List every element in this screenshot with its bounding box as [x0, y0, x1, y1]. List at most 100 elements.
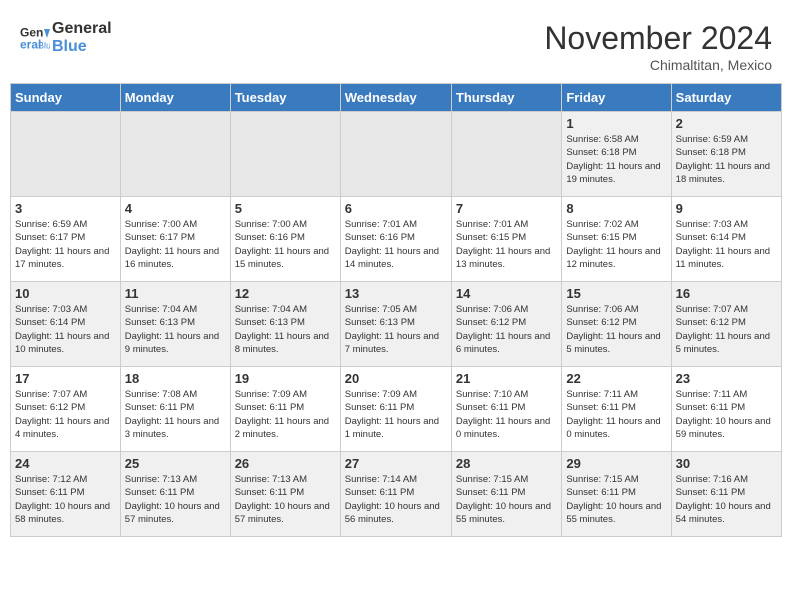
calendar-day-cell: 6 Sunrise: 7:01 AM Sunset: 6:16 PM Daylig…	[340, 197, 451, 282]
day-number: 16	[676, 286, 777, 301]
day-info: Sunrise: 7:15 AM Sunset: 6:11 PM Dayligh…	[456, 473, 557, 526]
day-number: 11	[125, 286, 226, 301]
day-number: 1	[566, 116, 666, 131]
calendar-day-cell: 15 Sunrise: 7:06 AM Sunset: 6:12 PM Dayli…	[562, 282, 671, 367]
logo-icon: Gen eral Blue	[20, 23, 50, 53]
calendar-day-cell	[11, 112, 121, 197]
calendar-day-cell: 1 Sunrise: 6:58 AM Sunset: 6:18 PM Daylig…	[562, 112, 671, 197]
column-header-friday: Friday	[562, 84, 671, 112]
calendar-table: SundayMondayTuesdayWednesdayThursdayFrid…	[10, 83, 782, 537]
calendar-day-cell: 22Sunrise: 7:11 AM Sunset: 6:11 PM Dayli…	[562, 367, 671, 452]
day-number: 5	[235, 201, 336, 216]
calendar-week-row: 17 Sunrise: 7:07 AM Sunset: 6:12 PM Dayli…	[11, 367, 782, 452]
day-info: Sunrise: 7:11 AM Sunset: 6:11 PM Dayligh…	[566, 388, 666, 441]
day-info: Sunrise: 7:01 AM Sunset: 6:16 PM Dayligh…	[345, 218, 447, 271]
calendar-day-cell	[451, 112, 561, 197]
day-info: Sunrise: 7:10 AM Sunset: 6:11 PM Dayligh…	[456, 388, 557, 441]
day-number: 25	[125, 456, 226, 471]
calendar-day-cell: 16 Sunrise: 7:07 AM Sunset: 6:12 PM Dayli…	[671, 282, 781, 367]
day-number: 13	[345, 286, 447, 301]
calendar-day-cell: 19 Sunrise: 7:09 AM Sunset: 6:11 PM Dayli…	[230, 367, 340, 452]
day-info: Sunrise: 7:07 AM Sunset: 6:12 PM Dayligh…	[15, 388, 116, 441]
day-number: 27	[345, 456, 447, 471]
column-header-monday: Monday	[120, 84, 230, 112]
column-header-saturday: Saturday	[671, 84, 781, 112]
day-info: Sunrise: 6:58 AM Sunset: 6:18 PM Dayligh…	[566, 133, 666, 186]
day-info: Sunrise: 7:03 AM Sunset: 6:14 PM Dayligh…	[15, 303, 116, 356]
location: Chimaltitan, Mexico	[544, 57, 772, 73]
day-info: Sunrise: 7:12 AM Sunset: 6:11 PM Dayligh…	[15, 473, 116, 526]
calendar-day-cell: 10 Sunrise: 7:03 AM Sunset: 6:14 PM Dayli…	[11, 282, 121, 367]
calendar-day-cell: 9Sunrise: 7:03 AM Sunset: 6:14 PM Daylig…	[671, 197, 781, 282]
day-info: Sunrise: 7:04 AM Sunset: 6:13 PM Dayligh…	[125, 303, 226, 356]
calendar-week-row: 24 Sunrise: 7:12 AM Sunset: 6:11 PM Dayli…	[11, 452, 782, 537]
day-number: 21	[456, 371, 557, 386]
day-number: 23	[676, 371, 777, 386]
day-info: Sunrise: 7:06 AM Sunset: 6:12 PM Dayligh…	[456, 303, 557, 356]
day-number: 20	[345, 371, 447, 386]
calendar-header-row: SundayMondayTuesdayWednesdayThursdayFrid…	[11, 84, 782, 112]
calendar-day-cell	[120, 112, 230, 197]
day-info: Sunrise: 7:13 AM Sunset: 6:11 PM Dayligh…	[125, 473, 226, 526]
calendar-day-cell: 26 Sunrise: 7:13 AM Sunset: 6:11 PM Dayli…	[230, 452, 340, 537]
day-number: 18	[125, 371, 226, 386]
calendar-day-cell: 8Sunrise: 7:02 AM Sunset: 6:15 PM Daylig…	[562, 197, 671, 282]
day-info: Sunrise: 7:08 AM Sunset: 6:11 PM Dayligh…	[125, 388, 226, 441]
logo-text-line2: Blue	[52, 38, 112, 56]
calendar-day-cell: 21 Sunrise: 7:10 AM Sunset: 6:11 PM Dayli…	[451, 367, 561, 452]
title-block: November 2024 Chimaltitan, Mexico	[544, 20, 772, 73]
calendar-day-cell: 17 Sunrise: 7:07 AM Sunset: 6:12 PM Dayli…	[11, 367, 121, 452]
day-number: 30	[676, 456, 777, 471]
day-info: Sunrise: 7:14 AM Sunset: 6:11 PM Dayligh…	[345, 473, 447, 526]
day-number: 4	[125, 201, 226, 216]
calendar-day-cell: 2 Sunrise: 6:59 AM Sunset: 6:18 PM Daylig…	[671, 112, 781, 197]
calendar-day-cell: 12Sunrise: 7:04 AM Sunset: 6:13 PM Dayli…	[230, 282, 340, 367]
column-header-thursday: Thursday	[451, 84, 561, 112]
day-number: 24	[15, 456, 116, 471]
day-number: 3	[15, 201, 116, 216]
day-info: Sunrise: 7:05 AM Sunset: 6:13 PM Dayligh…	[345, 303, 447, 356]
day-info: Sunrise: 7:13 AM Sunset: 6:11 PM Dayligh…	[235, 473, 336, 526]
calendar-day-cell: 29Sunrise: 7:15 AM Sunset: 6:11 PM Dayli…	[562, 452, 671, 537]
logo-text-line1: General	[52, 20, 112, 38]
day-number: 15	[566, 286, 666, 301]
calendar-day-cell: 24 Sunrise: 7:12 AM Sunset: 6:11 PM Dayli…	[11, 452, 121, 537]
day-number: 2	[676, 116, 777, 131]
day-info: Sunrise: 7:00 AM Sunset: 6:17 PM Dayligh…	[125, 218, 226, 271]
page-header: Gen eral Blue General Blue November 2024…	[10, 10, 782, 78]
day-info: Sunrise: 7:06 AM Sunset: 6:12 PM Dayligh…	[566, 303, 666, 356]
calendar-day-cell: 28 Sunrise: 7:15 AM Sunset: 6:11 PM Dayli…	[451, 452, 561, 537]
calendar-day-cell: 3 Sunrise: 6:59 AM Sunset: 6:17 PM Daylig…	[11, 197, 121, 282]
day-info: Sunrise: 6:59 AM Sunset: 6:18 PM Dayligh…	[676, 133, 777, 186]
day-number: 29	[566, 456, 666, 471]
day-info: Sunrise: 7:09 AM Sunset: 6:11 PM Dayligh…	[235, 388, 336, 441]
day-info: Sunrise: 6:59 AM Sunset: 6:17 PM Dayligh…	[15, 218, 116, 271]
calendar-day-cell: 23Sunrise: 7:11 AM Sunset: 6:11 PM Dayli…	[671, 367, 781, 452]
day-number: 26	[235, 456, 336, 471]
calendar-day-cell: 25 Sunrise: 7:13 AM Sunset: 6:11 PM Dayli…	[120, 452, 230, 537]
day-number: 8	[566, 201, 666, 216]
day-number: 10	[15, 286, 116, 301]
calendar-week-row: 10 Sunrise: 7:03 AM Sunset: 6:14 PM Dayli…	[11, 282, 782, 367]
calendar-day-cell: 30 Sunrise: 7:16 AM Sunset: 6:11 PM Dayli…	[671, 452, 781, 537]
day-number: 9	[676, 201, 777, 216]
month-title: November 2024	[544, 20, 772, 57]
day-number: 19	[235, 371, 336, 386]
column-header-tuesday: Tuesday	[230, 84, 340, 112]
day-number: 7	[456, 201, 557, 216]
day-info: Sunrise: 7:00 AM Sunset: 6:16 PM Dayligh…	[235, 218, 336, 271]
day-info: Sunrise: 7:01 AM Sunset: 6:15 PM Dayligh…	[456, 218, 557, 271]
calendar-week-row: 1 Sunrise: 6:58 AM Sunset: 6:18 PM Daylig…	[11, 112, 782, 197]
calendar-day-cell	[230, 112, 340, 197]
day-info: Sunrise: 7:09 AM Sunset: 6:11 PM Dayligh…	[345, 388, 447, 441]
calendar-day-cell: 4 Sunrise: 7:00 AM Sunset: 6:17 PM Daylig…	[120, 197, 230, 282]
svg-text:Blue: Blue	[38, 41, 50, 51]
day-number: 6	[345, 201, 447, 216]
day-number: 17	[15, 371, 116, 386]
day-info: Sunrise: 7:04 AM Sunset: 6:13 PM Dayligh…	[235, 303, 336, 356]
day-info: Sunrise: 7:16 AM Sunset: 6:11 PM Dayligh…	[676, 473, 777, 526]
day-info: Sunrise: 7:07 AM Sunset: 6:12 PM Dayligh…	[676, 303, 777, 356]
column-header-sunday: Sunday	[11, 84, 121, 112]
calendar-day-cell: 14Sunrise: 7:06 AM Sunset: 6:12 PM Dayli…	[451, 282, 561, 367]
day-number: 28	[456, 456, 557, 471]
